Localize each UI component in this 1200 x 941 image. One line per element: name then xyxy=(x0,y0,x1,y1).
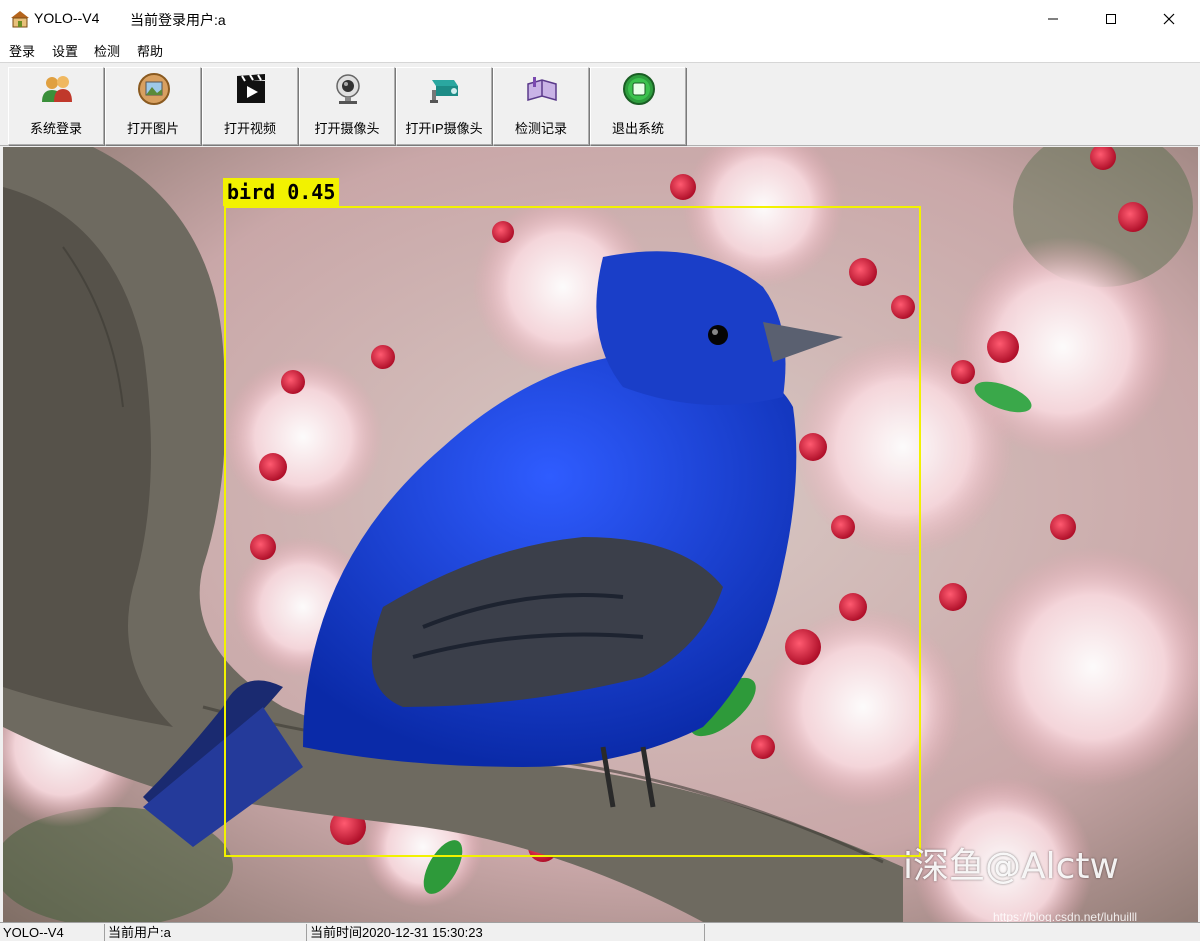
house-icon xyxy=(10,10,30,28)
system-login-button[interactable]: 系统登录 xyxy=(8,67,104,145)
status-user: 当前用户:a xyxy=(105,924,307,941)
menu-help[interactable]: 帮助 xyxy=(137,41,163,60)
users-icon xyxy=(40,72,74,106)
title-bar: YOLO--V4 当前登录用户:a xyxy=(0,0,1200,38)
menu-login[interactable]: 登录 xyxy=(9,41,35,60)
exit-system-button[interactable]: 退出系统 xyxy=(590,67,686,145)
maximize-icon xyxy=(1105,10,1117,29)
image-icon xyxy=(137,72,171,106)
minimize-button[interactable] xyxy=(1024,0,1082,38)
minimize-icon xyxy=(1047,10,1059,29)
exit-system-label: 退出系统 xyxy=(611,121,664,136)
close-button[interactable] xyxy=(1140,0,1198,38)
system-login-label: 系统登录 xyxy=(29,121,82,136)
detection-image-canvas: bird 0.45 i深鱼@Alctw https://blog.csdn.ne… xyxy=(3,147,1198,922)
close-icon xyxy=(1163,10,1175,29)
ip-camera-icon xyxy=(428,72,462,106)
maximize-button[interactable] xyxy=(1082,0,1140,38)
open-image-label: 打开图片 xyxy=(126,121,179,136)
open-video-label: 打开视频 xyxy=(223,121,276,136)
detection-label: bird 0.45 xyxy=(223,178,340,206)
webcam-icon xyxy=(331,72,365,106)
watermark-text: i深鱼@Alctw xyxy=(903,846,1119,887)
exit-icon xyxy=(622,72,656,106)
open-ip-camera-label: 打开IP摄像头 xyxy=(405,121,483,136)
status-app-name: YOLO--V4 xyxy=(0,924,105,941)
status-bar: YOLO--V4 当前用户:a 当前时间2020-12-31 15:30:23 xyxy=(0,922,1200,941)
toolbar: 系统登录 打开图片 打开视频 打开摄像头 打开IP摄像头 检测记录 退出系统 xyxy=(0,62,1200,146)
open-ip-camera-button[interactable]: 打开IP摄像头 xyxy=(396,67,492,145)
video-clapper-icon xyxy=(234,72,268,106)
open-video-button[interactable]: 打开视频 xyxy=(202,67,298,145)
open-camera-button[interactable]: 打开摄像头 xyxy=(299,67,395,145)
open-image-button[interactable]: 打开图片 xyxy=(105,67,201,145)
open-camera-label: 打开摄像头 xyxy=(314,121,380,136)
menu-settings[interactable]: 设置 xyxy=(52,41,78,60)
book-icon xyxy=(525,72,559,106)
status-empty xyxy=(705,924,1200,941)
window-user-title: 当前登录用户:a xyxy=(130,12,226,28)
menu-bar: 登录 设置 检测 帮助 xyxy=(0,38,1200,62)
detection-records-label: 检测记录 xyxy=(514,121,567,136)
watermark-url: https://blog.csdn.net/luhuilll xyxy=(993,910,1138,922)
detection-records-button[interactable]: 检测记录 xyxy=(493,67,589,145)
detection-bounding-box xyxy=(224,206,921,857)
app-title: YOLO--V4 xyxy=(34,10,100,26)
status-time: 当前时间2020-12-31 15:30:23 xyxy=(307,924,705,941)
menu-detect[interactable]: 检测 xyxy=(94,41,120,60)
